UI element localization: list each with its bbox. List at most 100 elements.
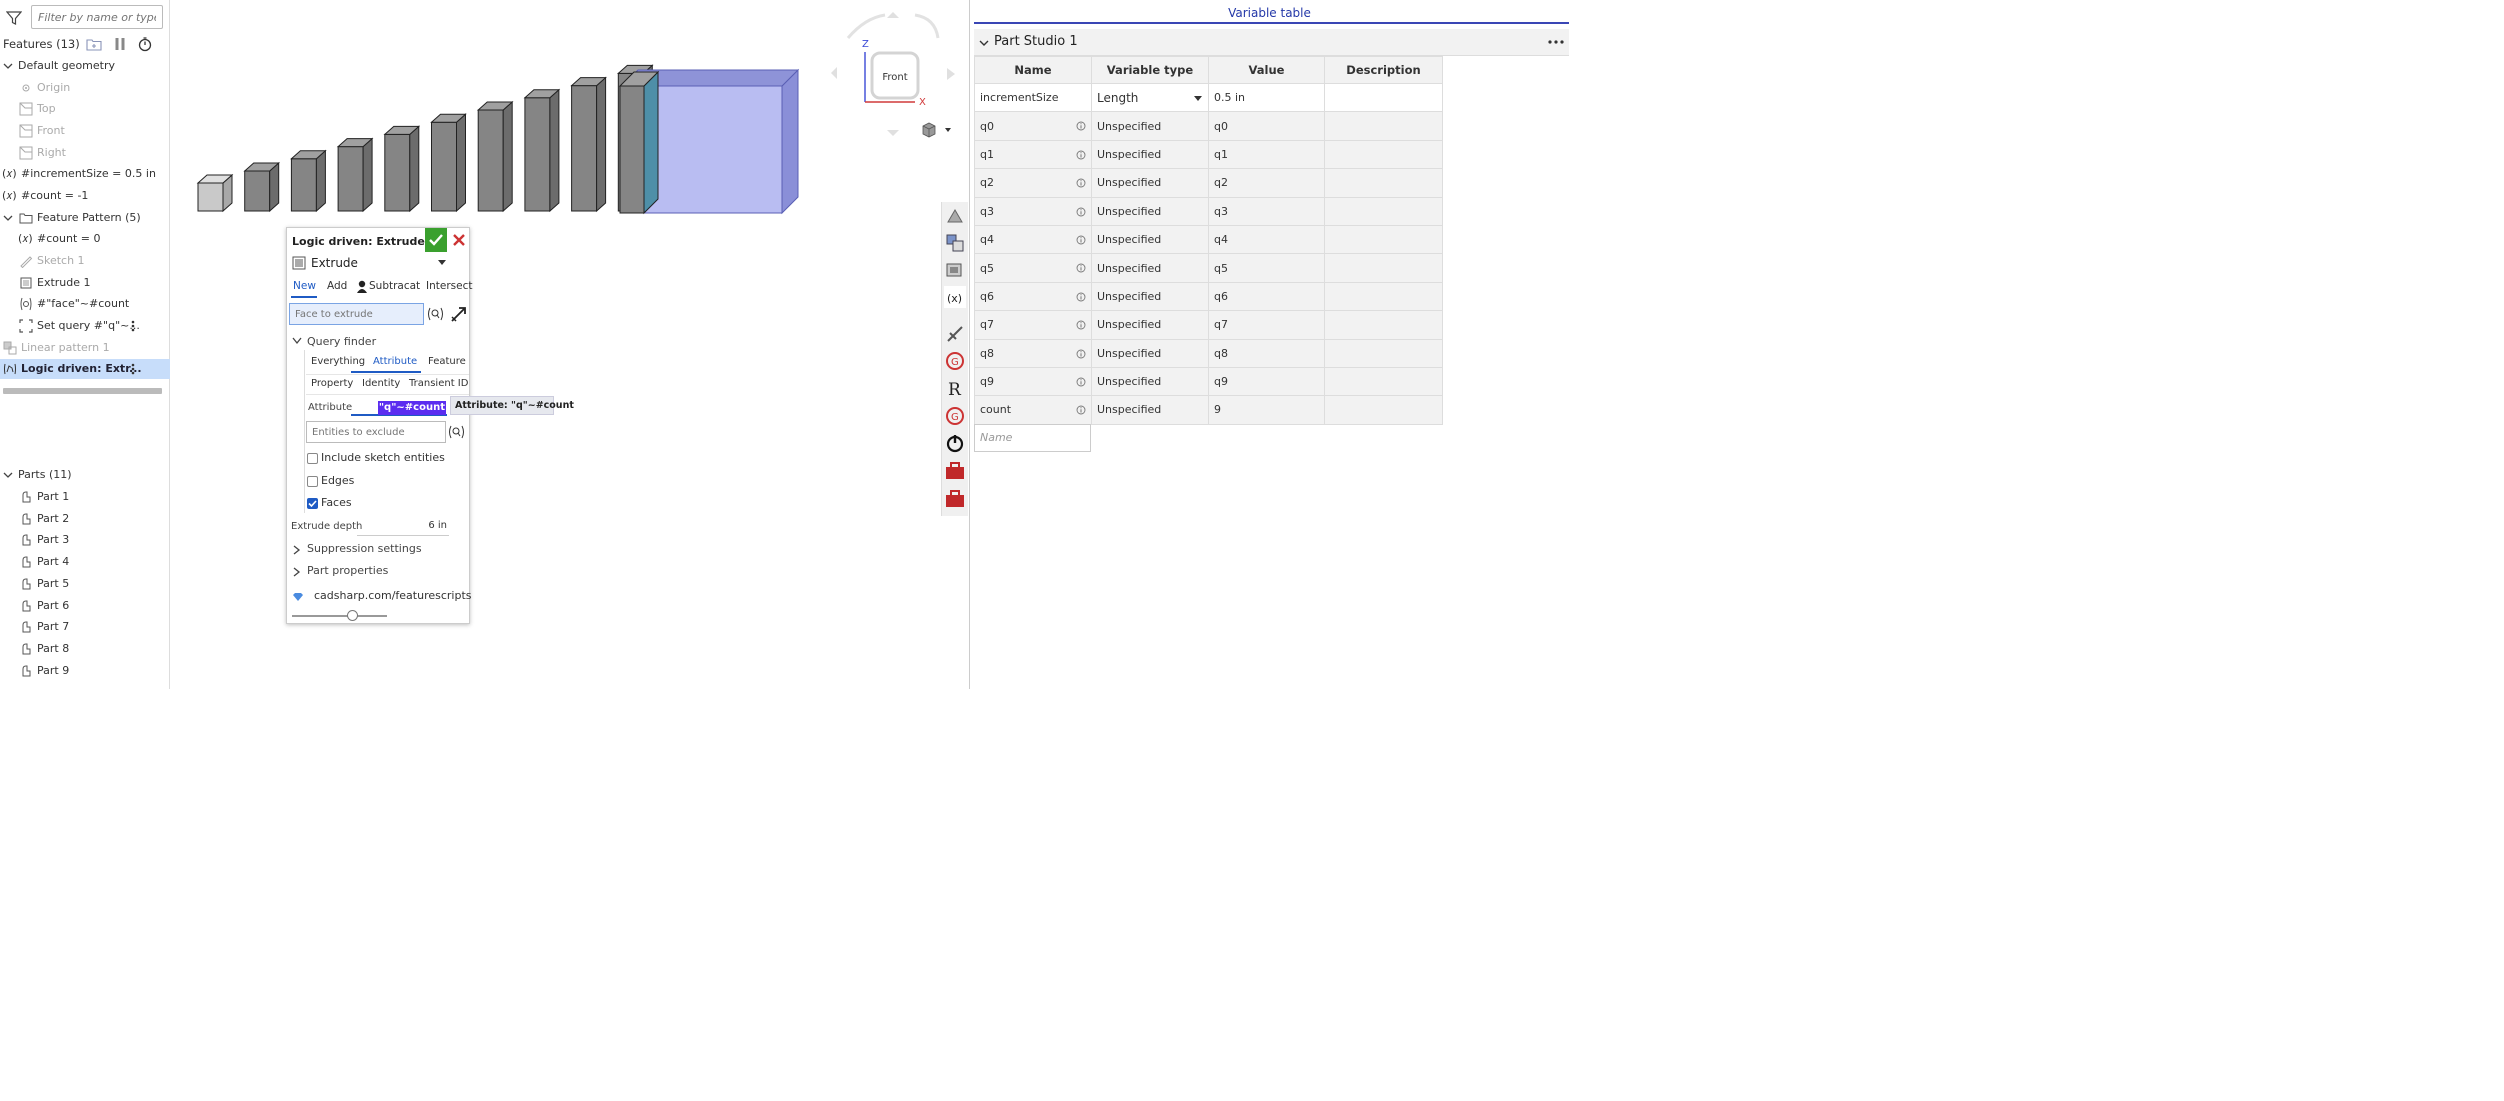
variable-value-cell[interactable]: q7: [1208, 310, 1325, 340]
variable-name-cell[interactable]: q4: [974, 224, 1092, 255]
column-header-name[interactable]: Name: [974, 56, 1092, 84]
variable-row[interactable]: q7 Unspecified q7: [974, 310, 1443, 340]
cadsharp-icon[interactable]: G: [944, 405, 966, 427]
chevron-down-icon[interactable]: [3, 470, 13, 480]
variable-type-cell[interactable]: Unspecified: [1091, 281, 1209, 312]
qf-tab-feature[interactable]: Feature: [428, 356, 466, 367]
variable-type-cell[interactable]: Unspecified: [1091, 111, 1209, 141]
tab-new[interactable]: New: [293, 280, 316, 292]
rotate-arc-icon[interactable]: [914, 13, 940, 39]
variable-row[interactable]: incrementSize Length 0.5 in: [974, 82, 1443, 113]
tree-feature-pattern[interactable]: Feature Pattern (5): [0, 208, 170, 228]
tree-default-geometry[interactable]: Default geometry: [0, 56, 170, 76]
dropdown-arrow-icon[interactable]: [1194, 96, 1202, 101]
part-block-side[interactable]: [456, 113, 466, 213]
appearance-icon[interactable]: [944, 206, 966, 228]
arrow-right-icon[interactable]: [947, 68, 955, 80]
variable-name-cell[interactable]: count: [974, 395, 1092, 425]
part-block[interactable]: [431, 121, 457, 212]
qf-tab-property[interactable]: Property: [311, 378, 353, 389]
variable-description-cell[interactable]: [1324, 82, 1443, 113]
chevron-down-icon[interactable]: [3, 61, 13, 71]
variable-row[interactable]: q8 Unspecified q8: [974, 338, 1443, 368]
variable-type-cell[interactable]: Unspecified: [1091, 224, 1209, 255]
tab-add[interactable]: Add: [327, 280, 347, 292]
variable-description-cell[interactable]: [1324, 281, 1443, 312]
arrow-down-icon[interactable]: [887, 130, 899, 136]
part-block[interactable]: [524, 97, 551, 212]
part-list-item[interactable]: Part 9: [0, 661, 170, 681]
tree-front-plane[interactable]: Front: [0, 121, 170, 141]
rotate-arc-icon[interactable]: [846, 13, 886, 39]
query-search-icon[interactable]: [448, 425, 465, 439]
part-list-item[interactable]: Part 1: [0, 487, 170, 507]
toolbox-icon[interactable]: [944, 488, 966, 510]
part-list-item[interactable]: Part 2: [0, 509, 170, 529]
extrude-depth-field[interactable]: 6 in: [357, 520, 449, 536]
info-icon[interactable]: [1076, 121, 1086, 131]
variable-value-cell[interactable]: q3: [1208, 196, 1325, 226]
tree-parts[interactable]: Parts (11): [0, 465, 170, 485]
query-search-icon[interactable]: [427, 307, 444, 321]
qf-tab-transient-id[interactable]: Transient ID: [409, 378, 468, 389]
info-icon[interactable]: [1076, 178, 1086, 188]
checkbox-box[interactable]: [307, 476, 318, 487]
part-list-item[interactable]: Part 5: [0, 574, 170, 594]
tree-set-query[interactable]: Set query #"q"~...: [0, 316, 170, 336]
part-block[interactable]: [619, 85, 645, 214]
extrude-preview-side[interactable]: [781, 68, 799, 215]
variable-type-cell[interactable]: Unspecified: [1091, 139, 1209, 170]
info-icon[interactable]: [1076, 405, 1086, 415]
part-list-item[interactable]: Part 3: [0, 530, 170, 550]
info-icon[interactable]: [1076, 377, 1086, 387]
view-options-icon[interactable]: [919, 121, 955, 139]
part-block-side[interactable]: [502, 100, 513, 213]
tree-linear-pattern[interactable]: Linear pattern 1: [0, 338, 170, 358]
variable-row[interactable]: q2 Unspecified q2: [974, 168, 1443, 198]
info-icon[interactable]: [1076, 207, 1086, 217]
variable-description-cell[interactable]: [1324, 168, 1443, 198]
variable-value-cell[interactable]: q5: [1208, 253, 1325, 283]
variable-name-cell[interactable]: q7: [974, 310, 1092, 340]
variable-row[interactable]: count Unspecified 9: [974, 395, 1443, 425]
variable-value-cell[interactable]: q4: [1208, 224, 1325, 255]
more-horizontal-icon[interactable]: [1548, 36, 1564, 48]
variable-row[interactable]: q1 Unspecified q1: [974, 139, 1443, 170]
column-header-description[interactable]: Description: [1324, 56, 1443, 84]
features-scrollbar[interactable]: [3, 388, 162, 394]
variable-value-cell[interactable]: q6: [1208, 281, 1325, 312]
variable-row[interactable]: q0 Unspecified q0: [974, 111, 1443, 141]
new-variable-name-field[interactable]: Name: [974, 424, 1091, 452]
variable-description-cell[interactable]: [1324, 366, 1443, 397]
variable-value-cell[interactable]: q8: [1208, 338, 1325, 368]
variable-row[interactable]: q3 Unspecified q3: [974, 196, 1443, 226]
tree-top-plane[interactable]: Top: [0, 99, 170, 119]
column-header-type[interactable]: Variable type: [1091, 56, 1209, 84]
tree-sketch-1[interactable]: Sketch 1: [0, 251, 170, 271]
variable-type-cell[interactable]: Unspecified: [1091, 196, 1209, 226]
face-to-extrude-field[interactable]: [289, 303, 424, 325]
stopwatch-icon[interactable]: [137, 36, 153, 52]
close-icon[interactable]: [450, 231, 468, 249]
query-finder-toggle[interactable]: Query finder: [291, 333, 469, 349]
part-block[interactable]: [197, 182, 224, 212]
info-icon[interactable]: [1076, 349, 1086, 359]
variable-table-icon[interactable]: (x): [944, 286, 966, 308]
part-list-item[interactable]: Part 7: [0, 617, 170, 637]
part-block-side[interactable]: [596, 76, 607, 213]
variable-row[interactable]: q6 Unspecified q6: [974, 281, 1443, 312]
variable-row[interactable]: q9 Unspecified q9: [974, 366, 1443, 397]
parts-panel-icon[interactable]: [944, 232, 966, 254]
part-studio-header[interactable]: Part Studio 1: [974, 29, 1569, 56]
tree-count-zero[interactable]: (𝑥) #count = 0: [0, 229, 170, 249]
info-icon[interactable]: [1076, 235, 1086, 245]
variable-description-cell[interactable]: [1324, 111, 1443, 141]
variable-type-cell[interactable]: Unspecified: [1091, 168, 1209, 198]
more-vertical-icon[interactable]: [131, 363, 135, 375]
custom-tool-icon[interactable]: [944, 323, 966, 345]
power-icon[interactable]: [944, 432, 966, 454]
variable-name-cell[interactable]: q1: [974, 139, 1092, 170]
more-vertical-icon[interactable]: [131, 320, 135, 332]
variable-description-cell[interactable]: [1324, 253, 1443, 283]
info-icon[interactable]: [1076, 263, 1086, 273]
